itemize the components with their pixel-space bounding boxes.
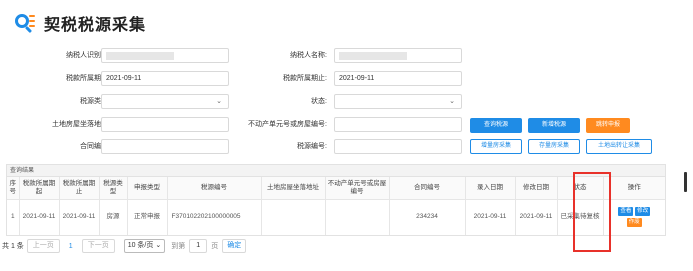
- col-declare-type: 申报类型: [127, 177, 168, 200]
- col-unit-no: 不动产单元号或房屋编号: [325, 177, 390, 200]
- chevron-down-icon: ⌄: [155, 242, 162, 249]
- results-header: 查询结果: [7, 165, 665, 177]
- location-label: 土地房屋坐落地址:: [52, 121, 110, 128]
- cell-source-no: F370102202100000005: [167, 199, 262, 235]
- masked-value: [106, 52, 174, 60]
- col-source-no: 税源编号: [167, 177, 262, 200]
- period-end-label: 税款所属期止:: [283, 75, 327, 82]
- cell-period-start: 2021-09-11: [19, 199, 60, 235]
- cell-operations: 查看 修改 作废: [603, 199, 665, 235]
- status-label: 状态:: [311, 98, 327, 105]
- goto-page-input[interactable]: 1: [189, 239, 208, 253]
- land-transfer-button[interactable]: 土地出转让采集: [586, 139, 652, 154]
- current-page[interactable]: 1: [69, 243, 73, 250]
- col-contract-no: 合同编号: [389, 177, 466, 200]
- period-start-label: 税款所属期起:: [66, 75, 110, 82]
- period-start-input[interactable]: 2021-09-11: [101, 71, 229, 86]
- page-size-select[interactable]: 10 条/页 ⌄: [123, 239, 166, 253]
- next-page-button[interactable]: 下一页: [81, 239, 115, 253]
- stock-house-button[interactable]: 存量房采集: [528, 139, 580, 154]
- incremental-house-button[interactable]: 增量房采集: [470, 139, 522, 154]
- period-end-input[interactable]: 2021-09-11: [334, 71, 462, 86]
- col-period-end: 税款所属期止: [59, 177, 100, 200]
- source-type-select[interactable]: ⌄: [101, 94, 229, 109]
- taxpayer-id-label: 纳税人识别号:: [66, 52, 110, 59]
- source-no-input[interactable]: [334, 139, 462, 154]
- contract-no-label: 合同编号:: [80, 143, 110, 150]
- location-input[interactable]: [101, 117, 229, 132]
- contract-no-input[interactable]: [101, 139, 229, 154]
- period-start-value: 2021-09-11: [106, 75, 142, 82]
- results-table: 序号 税款所属期起 税款所属期止 税源类型 申报类型 税源编号 土地房屋坐落地址…: [7, 177, 665, 235]
- goto-confirm-button[interactable]: 确定: [222, 239, 247, 253]
- cell-period-end: 2021-09-11: [59, 199, 100, 235]
- cell-location: [261, 199, 326, 235]
- col-index: 序号: [7, 177, 20, 200]
- col-location: 土地房屋坐落地址: [261, 177, 326, 200]
- query-source-button[interactable]: 查询税源: [470, 118, 522, 133]
- prev-page-button[interactable]: 上一页: [26, 239, 60, 253]
- cell-contract-no: 234234: [389, 199, 466, 235]
- cell-unit-no: [325, 199, 390, 235]
- unit-no-input[interactable]: [334, 117, 462, 132]
- source-type-label: 税源类型:: [80, 98, 110, 105]
- source-no-label: 税源编号:: [297, 143, 327, 150]
- table-header-row: 序号 税款所属期起 税款所属期止 税源类型 申报类型 税源编号 土地房屋坐落地址…: [7, 177, 665, 200]
- view-button[interactable]: 查看: [618, 207, 634, 217]
- results-panel: 查询结果 序号 税款所属期起 税款所属期止 税源类型 申报类型 税源编号 土地房…: [6, 164, 666, 236]
- search-list-icon: [14, 12, 36, 34]
- table-row: 1 2021-09-11 2021-09-11 房源 正常申报 F3701022…: [7, 199, 665, 235]
- status-select[interactable]: ⌄: [334, 94, 462, 109]
- col-entry-date: 录入日期: [465, 177, 516, 200]
- unit-no-label: 不动产单元号或房屋编号:: [248, 121, 327, 128]
- masked-value: [339, 52, 407, 60]
- pagination: 共 1 条 上一页 1 下一页 10 条/页 ⌄ 到第 1 页 确定: [0, 238, 247, 254]
- cell-source-type: 房源: [99, 199, 128, 235]
- page-unit-label: 页: [211, 243, 219, 250]
- scrollbar-thumb[interactable]: [684, 172, 687, 192]
- page-title: 契税税源采集: [44, 17, 147, 34]
- cell-index: 1: [7, 199, 20, 235]
- total-count: 共 1 条: [2, 243, 24, 250]
- jump-declare-button[interactable]: 跳转申报: [586, 118, 630, 133]
- col-operations: 操作: [603, 177, 665, 200]
- chevron-down-icon: ⌄: [449, 98, 455, 105]
- cell-modify-date: 2021-09-11: [515, 199, 558, 235]
- page-header: 契税税源采集: [14, 10, 146, 36]
- page-size-value: 10 条/页: [127, 242, 154, 249]
- col-period-start: 税款所属期起: [19, 177, 60, 200]
- period-end-value: 2021-09-11: [339, 75, 375, 82]
- col-source-type: 税源类型: [99, 177, 128, 200]
- goto-label: 到第: [171, 243, 186, 250]
- taxpayer-name-input[interactable]: [334, 48, 462, 63]
- void-button[interactable]: 作废: [626, 218, 642, 228]
- cell-entry-date: 2021-09-11: [465, 199, 516, 235]
- add-source-button[interactable]: 新增税源: [528, 118, 580, 133]
- status-highlight-box: [573, 172, 611, 252]
- col-modify-date: 修改日期: [515, 177, 558, 200]
- edit-button[interactable]: 修改: [635, 207, 651, 217]
- taxpayer-name-label: 纳税人名称:: [290, 52, 327, 59]
- taxpayer-id-input[interactable]: [101, 48, 229, 63]
- cell-declare-type: 正常申报: [127, 199, 168, 235]
